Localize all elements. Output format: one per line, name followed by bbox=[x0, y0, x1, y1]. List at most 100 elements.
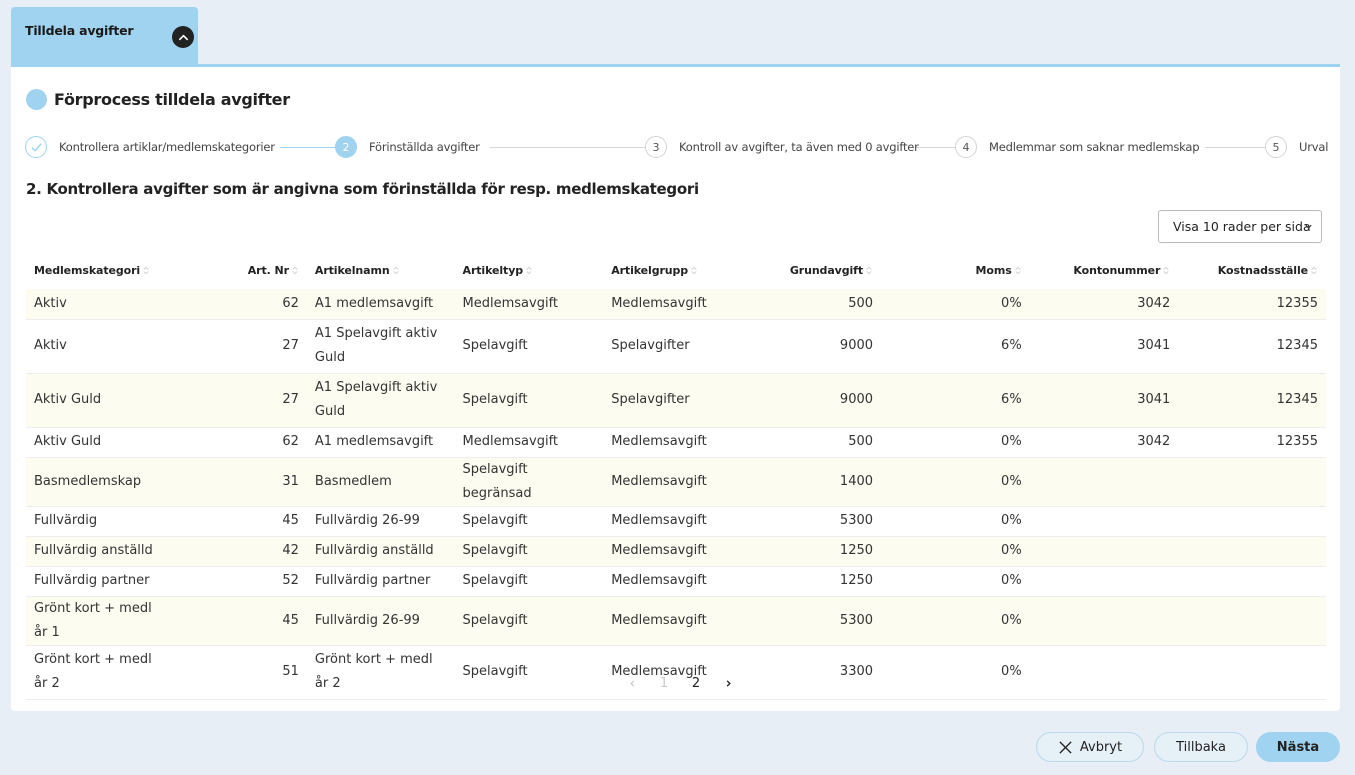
table-cell: Medlemsavgift bbox=[603, 457, 752, 507]
table-cell bbox=[1029, 536, 1179, 567]
table-cell: Medlemsavgift bbox=[603, 427, 752, 458]
step-connector bbox=[1205, 147, 1267, 148]
step-4[interactable]: 4 Medlemmar som saknar medlemskap bbox=[955, 136, 1200, 158]
table-cell: Spelavgift bbox=[454, 596, 604, 646]
process-panel: Förprocess tilldela avgifter Kontrollera… bbox=[11, 64, 1340, 711]
sort-icon bbox=[1311, 266, 1317, 275]
table-cell: 51 bbox=[169, 645, 307, 700]
step-2[interactable]: 2 Förinställda avgifter bbox=[335, 136, 480, 158]
table-cell: 12355 bbox=[1178, 289, 1326, 320]
table-cell bbox=[1029, 566, 1179, 597]
table-row[interactable]: Aktiv Guld 27 A1 Spelavgift aktiv Guld Spel… bbox=[26, 373, 1326, 428]
chevron-left-icon bbox=[629, 679, 634, 687]
step-number: 2 bbox=[335, 136, 357, 158]
step-label: Kontroll av avgifter, ta även med 0 avgi… bbox=[679, 140, 919, 154]
sort-icon bbox=[393, 266, 399, 275]
table-cell: 27 bbox=[169, 319, 307, 374]
next-button[interactable]: Nästa bbox=[1256, 732, 1340, 762]
table-cell: 12355 bbox=[1178, 427, 1326, 458]
table-cell: Fullvärdig anställd bbox=[26, 536, 170, 567]
sort-icon bbox=[526, 266, 532, 275]
table-cell: 62 bbox=[169, 289, 307, 320]
table-row[interactable]: Aktiv Guld 62 A1 medlemsavgift Medlemsavgif… bbox=[26, 427, 1326, 458]
column-header[interactable]: Kostnadsställe bbox=[1178, 251, 1326, 289]
table-cell: Medlemsavgift bbox=[603, 506, 752, 537]
step-1[interactable]: Kontrollera artiklar/medlemskategorier bbox=[25, 136, 275, 158]
table-cell: 3042 bbox=[1029, 289, 1179, 320]
table-cell: 3300 bbox=[751, 645, 882, 700]
table-row[interactable]: Fullvärdig partner 52 Fullvärdig partner Sp… bbox=[26, 566, 1326, 597]
table-cell: Fullvärdig partner bbox=[306, 566, 455, 597]
sort-icon bbox=[866, 266, 872, 275]
table-cell: 0% bbox=[881, 506, 1030, 537]
table-cell: Basmedlem bbox=[306, 457, 455, 507]
table-cell: 9000 bbox=[751, 373, 882, 428]
table-cell: 5300 bbox=[751, 506, 882, 537]
column-header[interactable]: Art. Nr bbox=[170, 251, 307, 289]
collapse-chevron-up-icon[interactable] bbox=[172, 26, 194, 48]
table-cell: Fullvärdig partner bbox=[26, 566, 170, 597]
step-number: 3 bbox=[645, 136, 667, 158]
table-cell: Spelavgift bbox=[454, 373, 604, 428]
table-row[interactable]: Basmedlemskap 31 Basmedlem Spelavgift begrä… bbox=[26, 457, 1326, 507]
step-number: 4 bbox=[955, 136, 977, 158]
table-cell: Fullvärdig anställd bbox=[306, 536, 455, 567]
table-cell: Medlemsavgift bbox=[603, 596, 752, 646]
table-row[interactable]: Grönt kort + medl år 1 45 Fullvärdig 26-99… bbox=[26, 596, 1326, 646]
table-cell: Grönt kort + medl år 2 bbox=[306, 645, 455, 700]
pagination-next[interactable] bbox=[712, 676, 744, 691]
table-cell bbox=[1178, 457, 1326, 507]
table-cell: Spelavgifter bbox=[603, 373, 752, 428]
close-icon bbox=[1059, 740, 1072, 754]
sort-icon bbox=[292, 266, 298, 275]
table-cell: Spelavgifter bbox=[603, 319, 752, 374]
column-header[interactable]: Artikelgrupp bbox=[603, 251, 752, 289]
table-cell: Aktiv bbox=[26, 319, 170, 374]
step-label: Urval bbox=[1299, 140, 1329, 154]
cancel-label: Avbryt bbox=[1079, 739, 1123, 755]
table-row[interactable]: Fullvärdig anställd 42 Fullvärdig anställd… bbox=[26, 536, 1326, 567]
table-cell: Spelavgift begränsad bbox=[454, 457, 604, 507]
chevron-right-icon bbox=[726, 679, 731, 687]
table-cell: Medlemsavgift bbox=[454, 289, 604, 320]
table-cell: 42 bbox=[169, 536, 307, 567]
column-header[interactable]: Artikelnamn bbox=[307, 251, 455, 289]
table-cell: 500 bbox=[751, 427, 882, 458]
step-connector bbox=[490, 147, 645, 148]
table-cell: Spelavgift bbox=[454, 645, 604, 700]
column-header[interactable]: Moms bbox=[881, 251, 1030, 289]
table-cell: 9000 bbox=[751, 319, 882, 374]
step-5[interactable]: 5 Urval bbox=[1265, 136, 1328, 158]
pagination-page-current[interactable]: 2 bbox=[680, 676, 712, 691]
cancel-button[interactable]: Avbryt bbox=[1036, 732, 1144, 762]
table-row[interactable]: Fullvärdig 45 Fullvärdig 26-99 Spelavgift Me… bbox=[26, 506, 1326, 537]
table-cell bbox=[1178, 506, 1326, 537]
pagination-page[interactable]: 1 bbox=[648, 676, 680, 691]
table-cell: A1 medlemsavgift bbox=[306, 289, 455, 320]
process-title: Förprocess tilldela avgifter bbox=[54, 90, 290, 109]
table-row[interactable]: Aktiv 62 A1 medlemsavgift Medlemsavgift Medl… bbox=[26, 289, 1326, 320]
table-cell: A1 medlemsavgift bbox=[306, 427, 455, 458]
table-row[interactable]: Aktiv 27 A1 Spelavgift aktiv Guld Spelavgif… bbox=[26, 319, 1326, 374]
table-cell: 45 bbox=[169, 506, 307, 537]
table-cell: 0% bbox=[881, 645, 1030, 700]
step-3[interactable]: 3 Kontroll av avgifter, ta även med 0 av… bbox=[645, 136, 919, 158]
pagination-prev[interactable] bbox=[616, 676, 648, 691]
column-header[interactable]: Grundavgift bbox=[752, 251, 881, 289]
table-cell: 1400 bbox=[751, 457, 882, 507]
back-button[interactable]: Tillbaka bbox=[1154, 732, 1248, 762]
table-cell bbox=[1029, 457, 1179, 507]
process-tab[interactable]: Tilldela avgifter bbox=[11, 7, 198, 65]
table-cell: 12345 bbox=[1178, 373, 1326, 428]
rows-per-page-label: Visa 10 rader per sida bbox=[1173, 219, 1311, 234]
table-cell: Fullvärdig 26-99 bbox=[306, 596, 455, 646]
column-header[interactable]: Artikeltyp bbox=[455, 251, 604, 289]
table-header-row: Medlemskategori Art. Nr Artikelnamn Arti… bbox=[26, 251, 1326, 289]
column-header[interactable]: Medlemskategori bbox=[26, 251, 170, 289]
table-cell bbox=[1178, 596, 1326, 646]
pagination: 1 2 bbox=[616, 673, 744, 693]
table-cell: 3041 bbox=[1029, 373, 1179, 428]
rows-per-page-select[interactable]: Visa 10 rader per sida bbox=[1158, 210, 1322, 243]
table-cell: 3042 bbox=[1029, 427, 1179, 458]
column-header[interactable]: Kontonummer bbox=[1030, 251, 1179, 289]
